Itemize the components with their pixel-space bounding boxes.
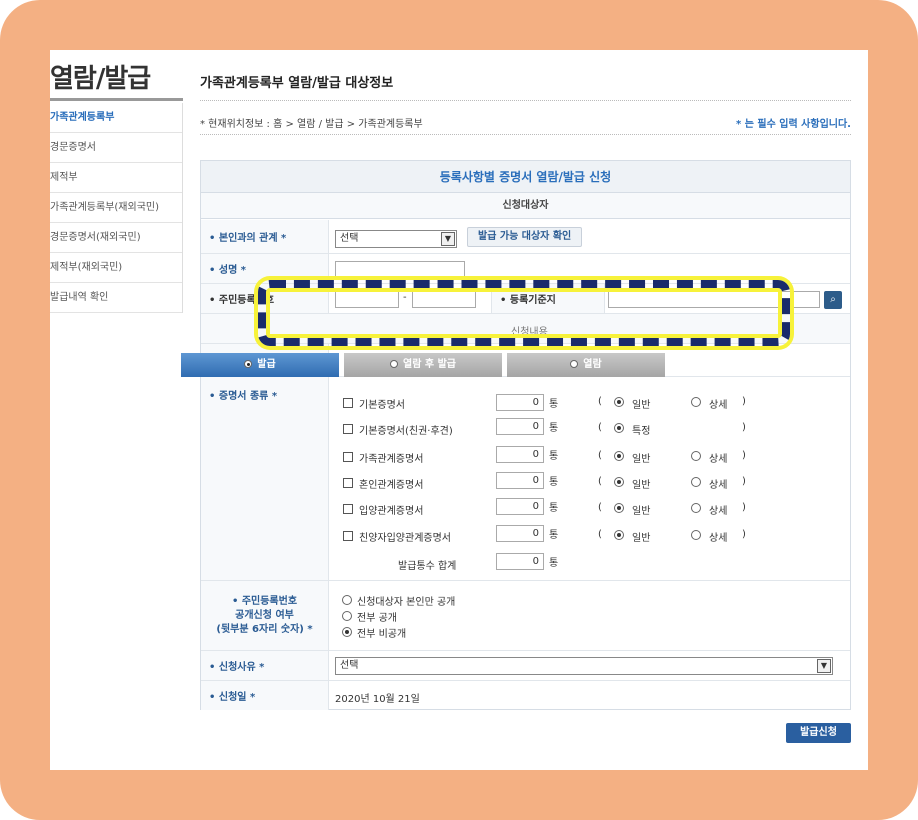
sidebar-item-removal-register[interactable]: 제적부 bbox=[50, 163, 182, 193]
rrn-disclosure-label-line-1: • 주민등록번호 bbox=[231, 595, 298, 607]
sidebar-item-family-register-overseas[interactable]: 가족관계등록부(재외국민) bbox=[50, 193, 182, 223]
page-panel: 열람/발급 가족관계등록부 경문증명서 제적부 가족관계등록부(재외국민) 경문… bbox=[50, 50, 868, 770]
disclosure-all-radio[interactable] bbox=[342, 611, 352, 621]
form-subtitle: 신청대상자 bbox=[201, 193, 850, 219]
reason-label: • 신청사유 * bbox=[201, 651, 329, 680]
divider bbox=[200, 134, 851, 135]
page-title: 가족관계등록부 열람/발급 대상정보 bbox=[200, 76, 394, 91]
rrn-disclosure-label: • 주민등록번호 공개신청 여부 (뒷부분 6자리 숫자) * bbox=[201, 581, 329, 650]
disclosure-all-label: 전부 공개 bbox=[357, 613, 397, 624]
disclosure-self-radio[interactable] bbox=[342, 595, 352, 605]
cert-type-row: • 증명서 종류 * bbox=[201, 377, 850, 581]
tab-issue-label: 발급 bbox=[257, 359, 276, 370]
rrn-disclosure-label-line-2: 공개신청 여부 bbox=[235, 609, 294, 621]
chevron-down-icon: ▼ bbox=[441, 232, 455, 246]
rrn-front-input[interactable] bbox=[335, 291, 399, 308]
date-row: • 신청일 * 2020년 10월 21일 bbox=[201, 681, 850, 710]
radio-icon bbox=[390, 360, 399, 368]
rrn-dash: - bbox=[403, 292, 407, 303]
reason-select[interactable]: 선택 ▼ bbox=[335, 657, 833, 675]
radio-icon bbox=[244, 360, 253, 368]
relation-select[interactable]: 선택 ▼ bbox=[335, 230, 457, 248]
reg-base-input[interactable] bbox=[608, 291, 820, 308]
submit-issue-button[interactable]: 발급신청 bbox=[786, 723, 851, 743]
tab-view[interactable]: 열람 bbox=[507, 353, 665, 377]
chevron-down-icon: ▼ bbox=[817, 659, 831, 673]
name-row: • 성명 * bbox=[201, 254, 850, 284]
divider bbox=[200, 100, 851, 101]
relation-select-value: 선택 bbox=[340, 233, 359, 244]
check-eligible-button[interactable]: 발급 가능 대상자 확인 bbox=[467, 227, 583, 247]
sidebar-title-underline bbox=[50, 98, 183, 101]
rrn-disclosure-label-line-3: (뒷부분 6자리 숫자) * bbox=[216, 623, 313, 635]
sidebar-item-family-register[interactable]: 가족관계등록부 bbox=[50, 103, 182, 133]
reason-select-value: 선택 bbox=[340, 660, 359, 671]
sidebar-title: 열람/발급 bbox=[50, 64, 151, 94]
disclosure-none-label: 전부 비공개 bbox=[357, 629, 407, 640]
sidebar-item-certificate-overseas[interactable]: 경문증명서(재외국민) bbox=[50, 223, 182, 253]
search-icon[interactable]: ⌕ bbox=[824, 291, 842, 309]
rrn-back-input[interactable] bbox=[412, 291, 476, 308]
date-value: 2020년 10월 21일 bbox=[335, 694, 420, 705]
reg-base-label: • 등록기준지 bbox=[491, 284, 605, 313]
sidebar-item-certificate[interactable]: 경문증명서 bbox=[50, 133, 182, 163]
required-note: * 는 필수 입력 사항입니다. bbox=[736, 119, 851, 130]
form-title: 등록사항별 증명서 열람/발급 신청 bbox=[201, 161, 850, 193]
sidebar-item-removal-register-overseas[interactable]: 제적부(재외국민) bbox=[50, 253, 182, 283]
tab-view-then-issue-label: 열람 후 발급 bbox=[403, 359, 456, 370]
radio-icon bbox=[570, 360, 579, 368]
sidebar-menu: 가족관계등록부 경문증명서 제적부 가족관계등록부(재외국민) 경문증명서(재외… bbox=[50, 103, 183, 313]
cert-type-label: • 증명서 종류 * bbox=[201, 377, 329, 580]
application-form: 등록사항별 증명서 열람/발급 신청 신청대상자 • 본인과의 관계 * 선택 … bbox=[200, 160, 851, 710]
disclosure-self-label: 신청대상자 본인만 공개 bbox=[357, 597, 456, 608]
name-label: • 성명 * bbox=[201, 254, 329, 283]
tab-issue[interactable]: 발급 bbox=[181, 353, 339, 377]
disclosure-none-radio[interactable] bbox=[342, 627, 352, 637]
sidebar-item-issue-history[interactable]: 발급내역 확인 bbox=[50, 283, 182, 313]
reason-row: • 신청사유 * 선택 ▼ bbox=[201, 651, 850, 681]
rrn-row: • 주민등록번호 - • 등록기준지 ⌕ bbox=[201, 284, 850, 314]
rrn-disclosure-row: • 주민등록번호 공개신청 여부 (뒷부분 6자리 숫자) * 신청대상자 본인… bbox=[201, 581, 850, 651]
rrn-label: • 주민등록번호 bbox=[201, 284, 329, 313]
tab-view-label: 열람 bbox=[583, 359, 602, 370]
relation-row: • 본인과의 관계 * 선택 ▼ 발급 가능 대상자 확인 bbox=[201, 220, 850, 254]
name-input[interactable] bbox=[335, 261, 465, 278]
date-label: • 신청일 * bbox=[201, 681, 329, 710]
relation-label: • 본인과의 관계 * bbox=[201, 220, 329, 253]
breadcrumb: * 현재위치정보 : 홈 > 열람 / 발급 > 가족관계등록부 bbox=[200, 119, 423, 130]
tab-view-then-issue[interactable]: 열람 후 발급 bbox=[344, 353, 502, 377]
content-row: 신청내용 bbox=[201, 314, 850, 344]
content-label: 신청내용 bbox=[511, 327, 548, 338]
issue-mode-tabs: 발급 열람 후 발급 열람 bbox=[181, 353, 687, 377]
